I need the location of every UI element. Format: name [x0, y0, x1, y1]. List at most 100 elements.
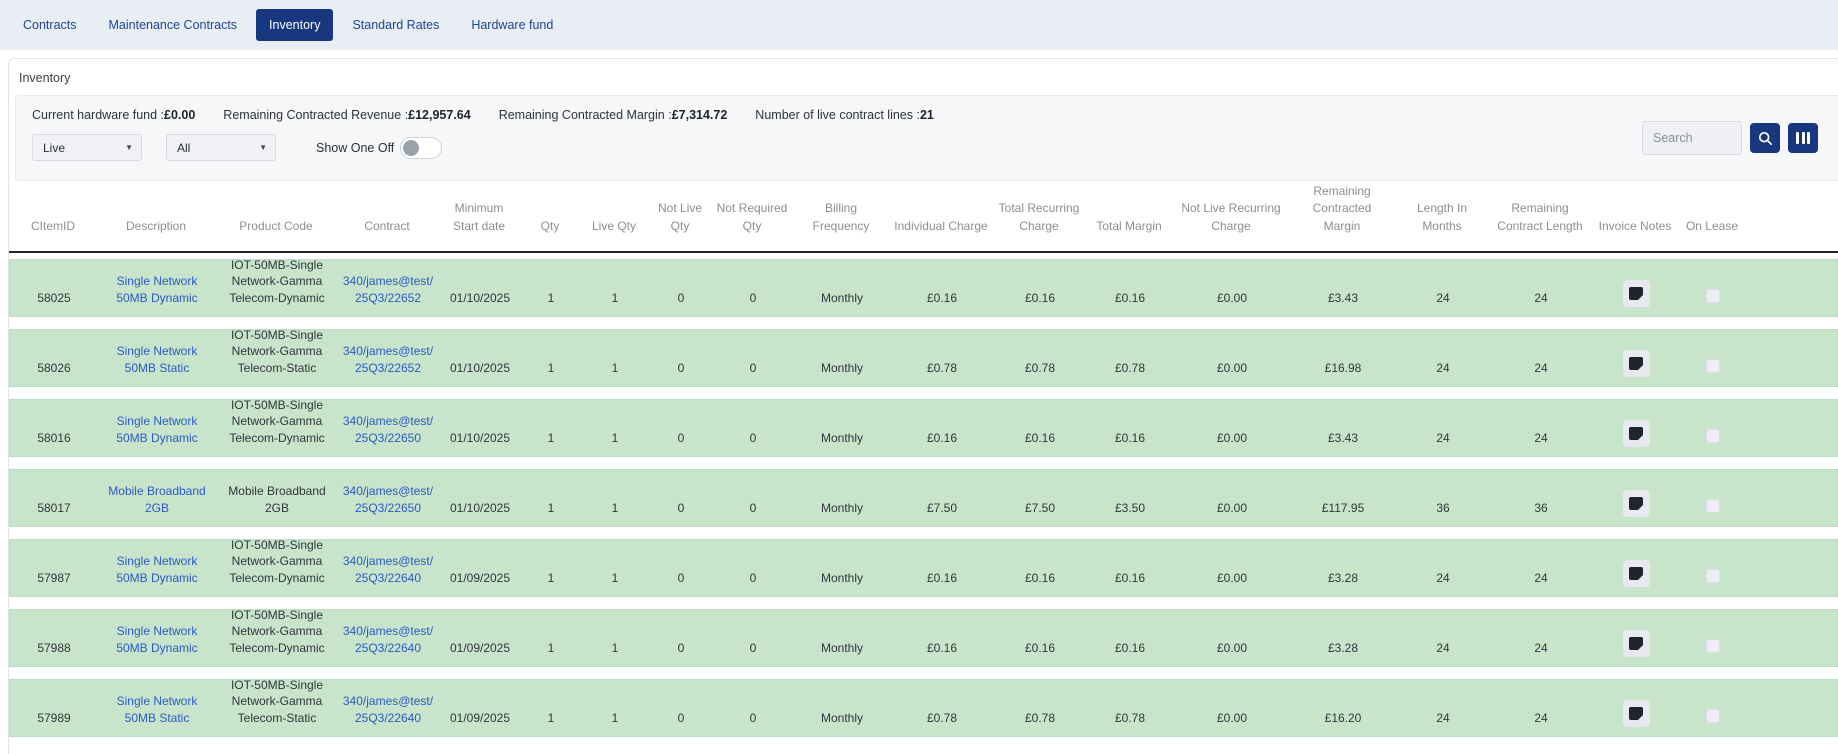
cell-contract-link[interactable]: 340/james@test/25Q3/22640: [338, 680, 438, 736]
invoice-notes-button[interactable]: [1623, 350, 1650, 377]
cell-length_in_months: 24: [1396, 680, 1490, 736]
tab-inventory[interactable]: Inventory: [256, 9, 333, 41]
column-header-not_required_qty[interactable]: Not Required Qty: [711, 181, 793, 251]
column-header-total_margin[interactable]: Total Margin: [1085, 181, 1173, 251]
column-header-individual_charge[interactable]: Individual Charge: [889, 181, 993, 251]
invoice-notes-button[interactable]: [1623, 700, 1650, 727]
column-header-on_lease[interactable]: On Lease: [1679, 181, 1745, 251]
row-filler: [1746, 400, 1837, 456]
column-header-total_recurring_charge[interactable]: Total Recurring Charge: [993, 181, 1085, 251]
cell-description-link[interactable]: Single Network 50MB Dynamic: [98, 400, 216, 456]
cell-description-link[interactable]: Single Network 50MB Dynamic: [98, 610, 216, 666]
on-lease-checkbox[interactable]: [1706, 499, 1720, 513]
columns-button[interactable]: [1788, 123, 1818, 153]
show-one-off-wrap: Show One Off: [316, 137, 442, 159]
cell-total_margin: £0.78: [1086, 680, 1174, 736]
cell-length_in_months: 24: [1396, 330, 1490, 386]
column-header-not_live_recurring_charge[interactable]: Not Live Recurring Charge: [1173, 181, 1289, 251]
cell-description-link[interactable]: Single Network 50MB Dynamic: [98, 540, 216, 596]
column-header-remaining_contracted_margin[interactable]: Remaining Contracted Margin: [1289, 181, 1395, 251]
search-button[interactable]: [1750, 123, 1780, 153]
column-header-live_qty[interactable]: Live Qty: [579, 181, 649, 251]
table-row: 58025Single Network 50MB DynamicIOT-50MB…: [9, 259, 1838, 317]
on-lease-checkbox[interactable]: [1706, 709, 1720, 723]
column-header-min_start_date[interactable]: Minimum Start date: [437, 181, 521, 251]
search-input[interactable]: [1642, 121, 1742, 155]
summary-stat-value: 21: [920, 108, 934, 122]
column-header-not_live_qty[interactable]: Not Live Qty: [649, 181, 711, 251]
invoice-notes-button[interactable]: [1623, 420, 1650, 447]
invoice-notes-button[interactable]: [1623, 630, 1650, 657]
tab-hardware-fund[interactable]: Hardware fund: [458, 9, 566, 41]
invoice-notes-button[interactable]: [1623, 560, 1650, 587]
cell-billing_frequency: Monthly: [794, 470, 890, 526]
columns-icon: [1796, 132, 1810, 144]
cell-contract-link[interactable]: 340/james@test/25Q3/22652: [338, 260, 438, 316]
on-lease-checkbox[interactable]: [1706, 569, 1720, 583]
on-lease-checkbox[interactable]: [1706, 429, 1720, 443]
on-lease-checkbox[interactable]: [1706, 639, 1720, 653]
table-row: 57988Single Network 50MB DynamicIOT-50MB…: [9, 609, 1838, 667]
type-select[interactable]: All ▼: [166, 134, 276, 161]
cell-total_recurring_charge: £0.16: [994, 610, 1086, 666]
cell-billing_frequency: Monthly: [794, 540, 890, 596]
tab-standard-rates[interactable]: Standard Rates: [339, 9, 452, 41]
cell-not_live_qty: 0: [650, 610, 712, 666]
cell-description-link[interactable]: Mobile Broadband 2GB: [98, 470, 216, 526]
cell-total_margin: £0.16: [1086, 400, 1174, 456]
invoice-notes-cell: [1592, 260, 1680, 316]
cell-min_start_date: 01/10/2025: [438, 330, 522, 386]
column-header-contract[interactable]: Contract: [337, 181, 437, 251]
on-lease-checkbox[interactable]: [1706, 359, 1720, 373]
cell-description-link[interactable]: Single Network 50MB Dynamic: [98, 260, 216, 316]
cell-citemid: 57988: [10, 610, 98, 666]
cell-product_code: IOT-50MB-Single Network-Gamma Telecom-St…: [216, 330, 338, 386]
cell-not_live_recurring_charge: £0.00: [1174, 400, 1290, 456]
tab-contracts[interactable]: Contracts: [10, 9, 90, 41]
cell-contract-link[interactable]: 340/james@test/25Q3/22652: [338, 330, 438, 386]
on-lease-cell: [1680, 470, 1746, 526]
show-one-off-label: Show One Off: [316, 141, 394, 155]
cell-qty: 1: [522, 540, 580, 596]
column-header-invoice_notes[interactable]: Invoice Notes: [1591, 181, 1679, 251]
note-icon: [1629, 567, 1643, 580]
table-row: 58016Single Network 50MB DynamicIOT-50MB…: [9, 399, 1838, 457]
cell-not_live_qty: 0: [650, 330, 712, 386]
on-lease-cell: [1680, 610, 1746, 666]
cell-remaining_contract_length: 24: [1490, 260, 1592, 316]
row-filler: [1746, 680, 1837, 736]
column-header-length_in_months[interactable]: Length In Months: [1395, 181, 1489, 251]
cell-total_margin: £0.78: [1086, 330, 1174, 386]
note-icon: [1629, 707, 1643, 720]
cell-citemid: 58017: [10, 470, 98, 526]
cell-min_start_date: 01/09/2025: [438, 610, 522, 666]
column-header-citemid[interactable]: CItemID: [9, 181, 97, 251]
cell-citemid: 58026: [10, 330, 98, 386]
tab-maintenance-contracts[interactable]: Maintenance Contracts: [96, 9, 251, 41]
column-header-billing_frequency[interactable]: Billing Frequency: [793, 181, 889, 251]
on-lease-checkbox[interactable]: [1706, 289, 1720, 303]
cell-citemid: 58016: [10, 400, 98, 456]
cell-not_required_qty: 0: [712, 680, 794, 736]
show-one-off-toggle[interactable]: [400, 137, 442, 159]
cell-description-link[interactable]: Single Network 50MB Static: [98, 680, 216, 736]
cell-description-link[interactable]: Single Network 50MB Static: [98, 330, 216, 386]
chevron-down-icon: ▼: [259, 143, 267, 152]
summary-stat: Remaining Contracted Revenue :£12,957.64: [223, 108, 470, 122]
cell-not_live_qty: 0: [650, 540, 712, 596]
cell-contract-link[interactable]: 340/james@test/25Q3/22640: [338, 540, 438, 596]
cell-contract-link[interactable]: 340/james@test/25Q3/22650: [338, 400, 438, 456]
cell-length_in_months: 24: [1396, 610, 1490, 666]
column-header-product_code[interactable]: Product Code: [215, 181, 337, 251]
cell-not_live_qty: 0: [650, 260, 712, 316]
invoice-notes-button[interactable]: [1623, 280, 1650, 307]
invoice-notes-button[interactable]: [1623, 490, 1650, 517]
cell-billing_frequency: Monthly: [794, 680, 890, 736]
cell-contract-link[interactable]: 340/james@test/25Q3/22640: [338, 610, 438, 666]
status-select[interactable]: Live ▼: [32, 134, 142, 161]
column-header-description[interactable]: Description: [97, 181, 215, 251]
column-header-qty[interactable]: Qty: [521, 181, 579, 251]
cell-individual_charge: £0.16: [890, 610, 994, 666]
cell-contract-link[interactable]: 340/james@test/25Q3/22650: [338, 470, 438, 526]
column-header-remaining_contract_length[interactable]: Remaining Contract Length: [1489, 181, 1591, 251]
